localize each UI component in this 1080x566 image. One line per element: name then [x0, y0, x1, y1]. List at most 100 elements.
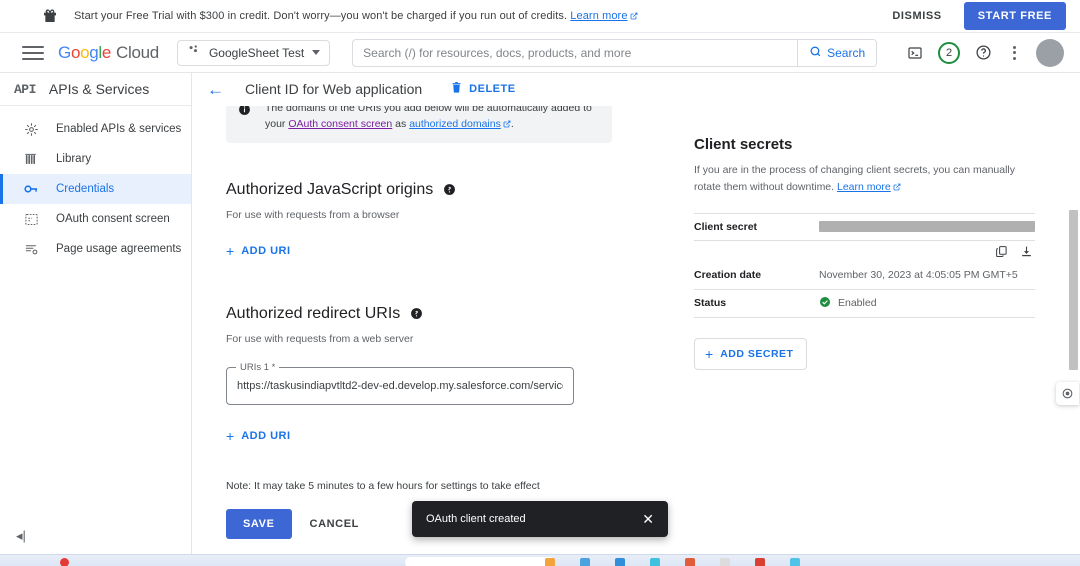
settings-note: Note: It may take 5 minutes to a few hou…	[226, 479, 540, 492]
kebab-menu-icon[interactable]	[1006, 45, 1022, 60]
header-actions: 2	[904, 38, 1068, 67]
sidebar-item-label: Credentials	[56, 183, 115, 195]
sidebar-item-oauth-consent-screen[interactable]: OAuth consent screen	[0, 204, 191, 234]
sidebar-item-enabled-apis[interactable]: Enabled APIs & services	[0, 114, 191, 144]
sidebar-item-credentials[interactable]: Credentials	[0, 174, 191, 204]
start-free-button[interactable]: START FREE	[963, 2, 1066, 30]
add-uri-label: ADD URI	[241, 429, 291, 442]
sidebar-item-label: Enabled APIs & services	[56, 123, 182, 135]
project-selector[interactable]: GoogleSheet Test	[176, 39, 331, 66]
notifications-badge[interactable]: 2	[938, 41, 960, 64]
sidebar-item-library[interactable]: Library	[0, 144, 191, 174]
add-uri-javascript-button[interactable]: + ADD URI	[220, 239, 297, 263]
sidebar-item-label: OAuth consent screen	[56, 213, 170, 225]
toast-message: OAuth client created	[426, 513, 526, 525]
taskbar-app-icon[interactable]	[615, 558, 625, 566]
search-icon	[809, 45, 822, 61]
client-secret-redacted-value	[819, 221, 1035, 233]
taskbar-left-items[interactable]	[60, 558, 69, 566]
help-circle-icon[interactable]	[443, 183, 456, 196]
plus-icon: +	[226, 427, 235, 444]
info-banner-text: The domains of the URIs you add below wi…	[265, 106, 592, 134]
google-cloud-logo[interactable]: Google Cloud	[58, 43, 159, 63]
taskbar-app-icon[interactable]	[580, 558, 590, 566]
taskbar-app-icon[interactable]	[790, 558, 800, 566]
copy-icon[interactable]	[995, 245, 1008, 258]
oauth-consent-screen-link[interactable]: OAuth consent screen	[288, 118, 392, 130]
logo-letter-e: e	[101, 42, 112, 62]
cloud-shell-terminal-icon[interactable]	[904, 42, 926, 64]
plus-icon: +	[226, 242, 235, 259]
creation-date-value: November 30, 2023 at 4:05:05 PM GMT+5	[819, 269, 1018, 282]
banner-text: Start your Free Trial with $300 in credi…	[74, 10, 638, 23]
page-usage-icon	[22, 240, 40, 258]
delete-button[interactable]: DELETE	[450, 81, 515, 97]
taskbar-app-icon[interactable]	[755, 558, 765, 566]
logo-word-cloud: Cloud	[116, 42, 159, 62]
client-secrets-title: Client secrets	[694, 136, 793, 153]
client-secret-label: Client secret	[694, 220, 758, 233]
consent-screen-icon	[22, 210, 40, 228]
add-uri-redirect-button[interactable]: + ADD URI	[220, 424, 297, 448]
free-trial-banner: Start your Free Trial with $300 in credi…	[0, 0, 1080, 33]
cancel-button[interactable]: CANCEL	[304, 509, 365, 539]
chevron-down-icon	[312, 50, 321, 55]
collapse-sidebar-icon[interactable]: ◂|	[16, 528, 26, 544]
enabled-apis-icon	[22, 120, 40, 138]
right-column: Client secrets If you are in the process…	[694, 136, 1039, 370]
hamburger-menu-icon[interactable]	[22, 42, 44, 64]
authorized-domains-link[interactable]: authorized domains	[409, 118, 501, 130]
table-row: Creation date November 30, 2023 at 4:05:…	[694, 262, 1035, 290]
info-banner: The domains of the URIs you add below wi…	[226, 106, 612, 143]
logo-letter-o1: o	[70, 42, 81, 62]
search-bar[interactable]: Search	[352, 38, 878, 67]
client-secrets-learn-more-link[interactable]: Learn more	[837, 181, 891, 193]
sidebar-item-label: Library	[56, 153, 92, 165]
sidebar-item-page-usage-agreements[interactable]: Page usage agreements	[0, 234, 191, 264]
sidebar-product-header: API APIs & Services	[0, 73, 191, 106]
page-header: ← Client ID for Web application DELETE	[192, 73, 1080, 106]
taskbar-search-pill[interactable]	[405, 557, 555, 566]
dismiss-button[interactable]: DISMISS	[884, 4, 949, 28]
notification-count: 2	[945, 46, 953, 59]
close-icon[interactable]: ✕	[642, 512, 654, 526]
info-line-2-suffix: .	[510, 118, 514, 131]
taskbar-app-icon[interactable]	[650, 558, 660, 566]
toast-notification: OAuth client created ✕	[412, 501, 668, 537]
add-uri-label: ADD URI	[241, 244, 291, 257]
redirect-uris-title: Authorized redirect URIs	[226, 305, 646, 323]
save-button[interactable]: SAVE	[226, 508, 292, 539]
uri-1-field[interactable]: URIs 1 * https://taskusindiapvtltd2-dev-…	[226, 361, 574, 405]
taskbar-app-icon[interactable]	[545, 558, 555, 566]
download-icon[interactable]	[1020, 245, 1033, 258]
taskbar-app-icon[interactable]	[720, 558, 730, 566]
assistant-widget-icon[interactable]	[1056, 382, 1079, 405]
external-link-icon	[630, 11, 638, 23]
status-value: Enabled	[838, 297, 877, 310]
help-circle-icon[interactable]	[410, 307, 423, 320]
add-secret-label: ADD SECRET	[720, 347, 794, 360]
google-cloud-console: Start your Free Trial with $300 in credi…	[0, 0, 1080, 566]
taskbar-app-icons[interactable]	[545, 558, 800, 566]
add-secret-button[interactable]: + ADD SECRET	[694, 337, 808, 370]
sidebar-nav-list: Enabled APIs & services Library Credenti…	[0, 106, 191, 264]
user-avatar[interactable]	[1036, 38, 1064, 67]
check-circle-icon	[819, 296, 831, 311]
client-secrets-description: If you are in the process of changing cl…	[694, 162, 1024, 197]
vertical-scrollbar-thumb[interactable]	[1069, 210, 1078, 370]
help-circle-icon[interactable]	[972, 42, 994, 64]
search-input[interactable]	[353, 39, 798, 66]
banner-message: Start your Free Trial with $300 in credi…	[74, 9, 571, 22]
top-header: Google Cloud GoogleSheet Test Search (/)…	[0, 33, 1080, 73]
search-button[interactable]: Search	[797, 39, 877, 66]
plus-icon: +	[705, 345, 714, 362]
taskbar-badge-icon	[60, 558, 69, 566]
gift-icon	[42, 8, 58, 24]
back-arrow-icon[interactable]: ←	[207, 81, 224, 98]
banner-learn-more-link[interactable]: Learn more	[570, 10, 627, 22]
info-icon	[238, 106, 254, 134]
info-line-2-mid: as	[392, 118, 410, 131]
javascript-origins-title: Authorized JavaScript origins	[226, 181, 646, 199]
taskbar-app-icon[interactable]	[685, 558, 695, 566]
page-title: Client ID for Web application	[245, 81, 423, 97]
